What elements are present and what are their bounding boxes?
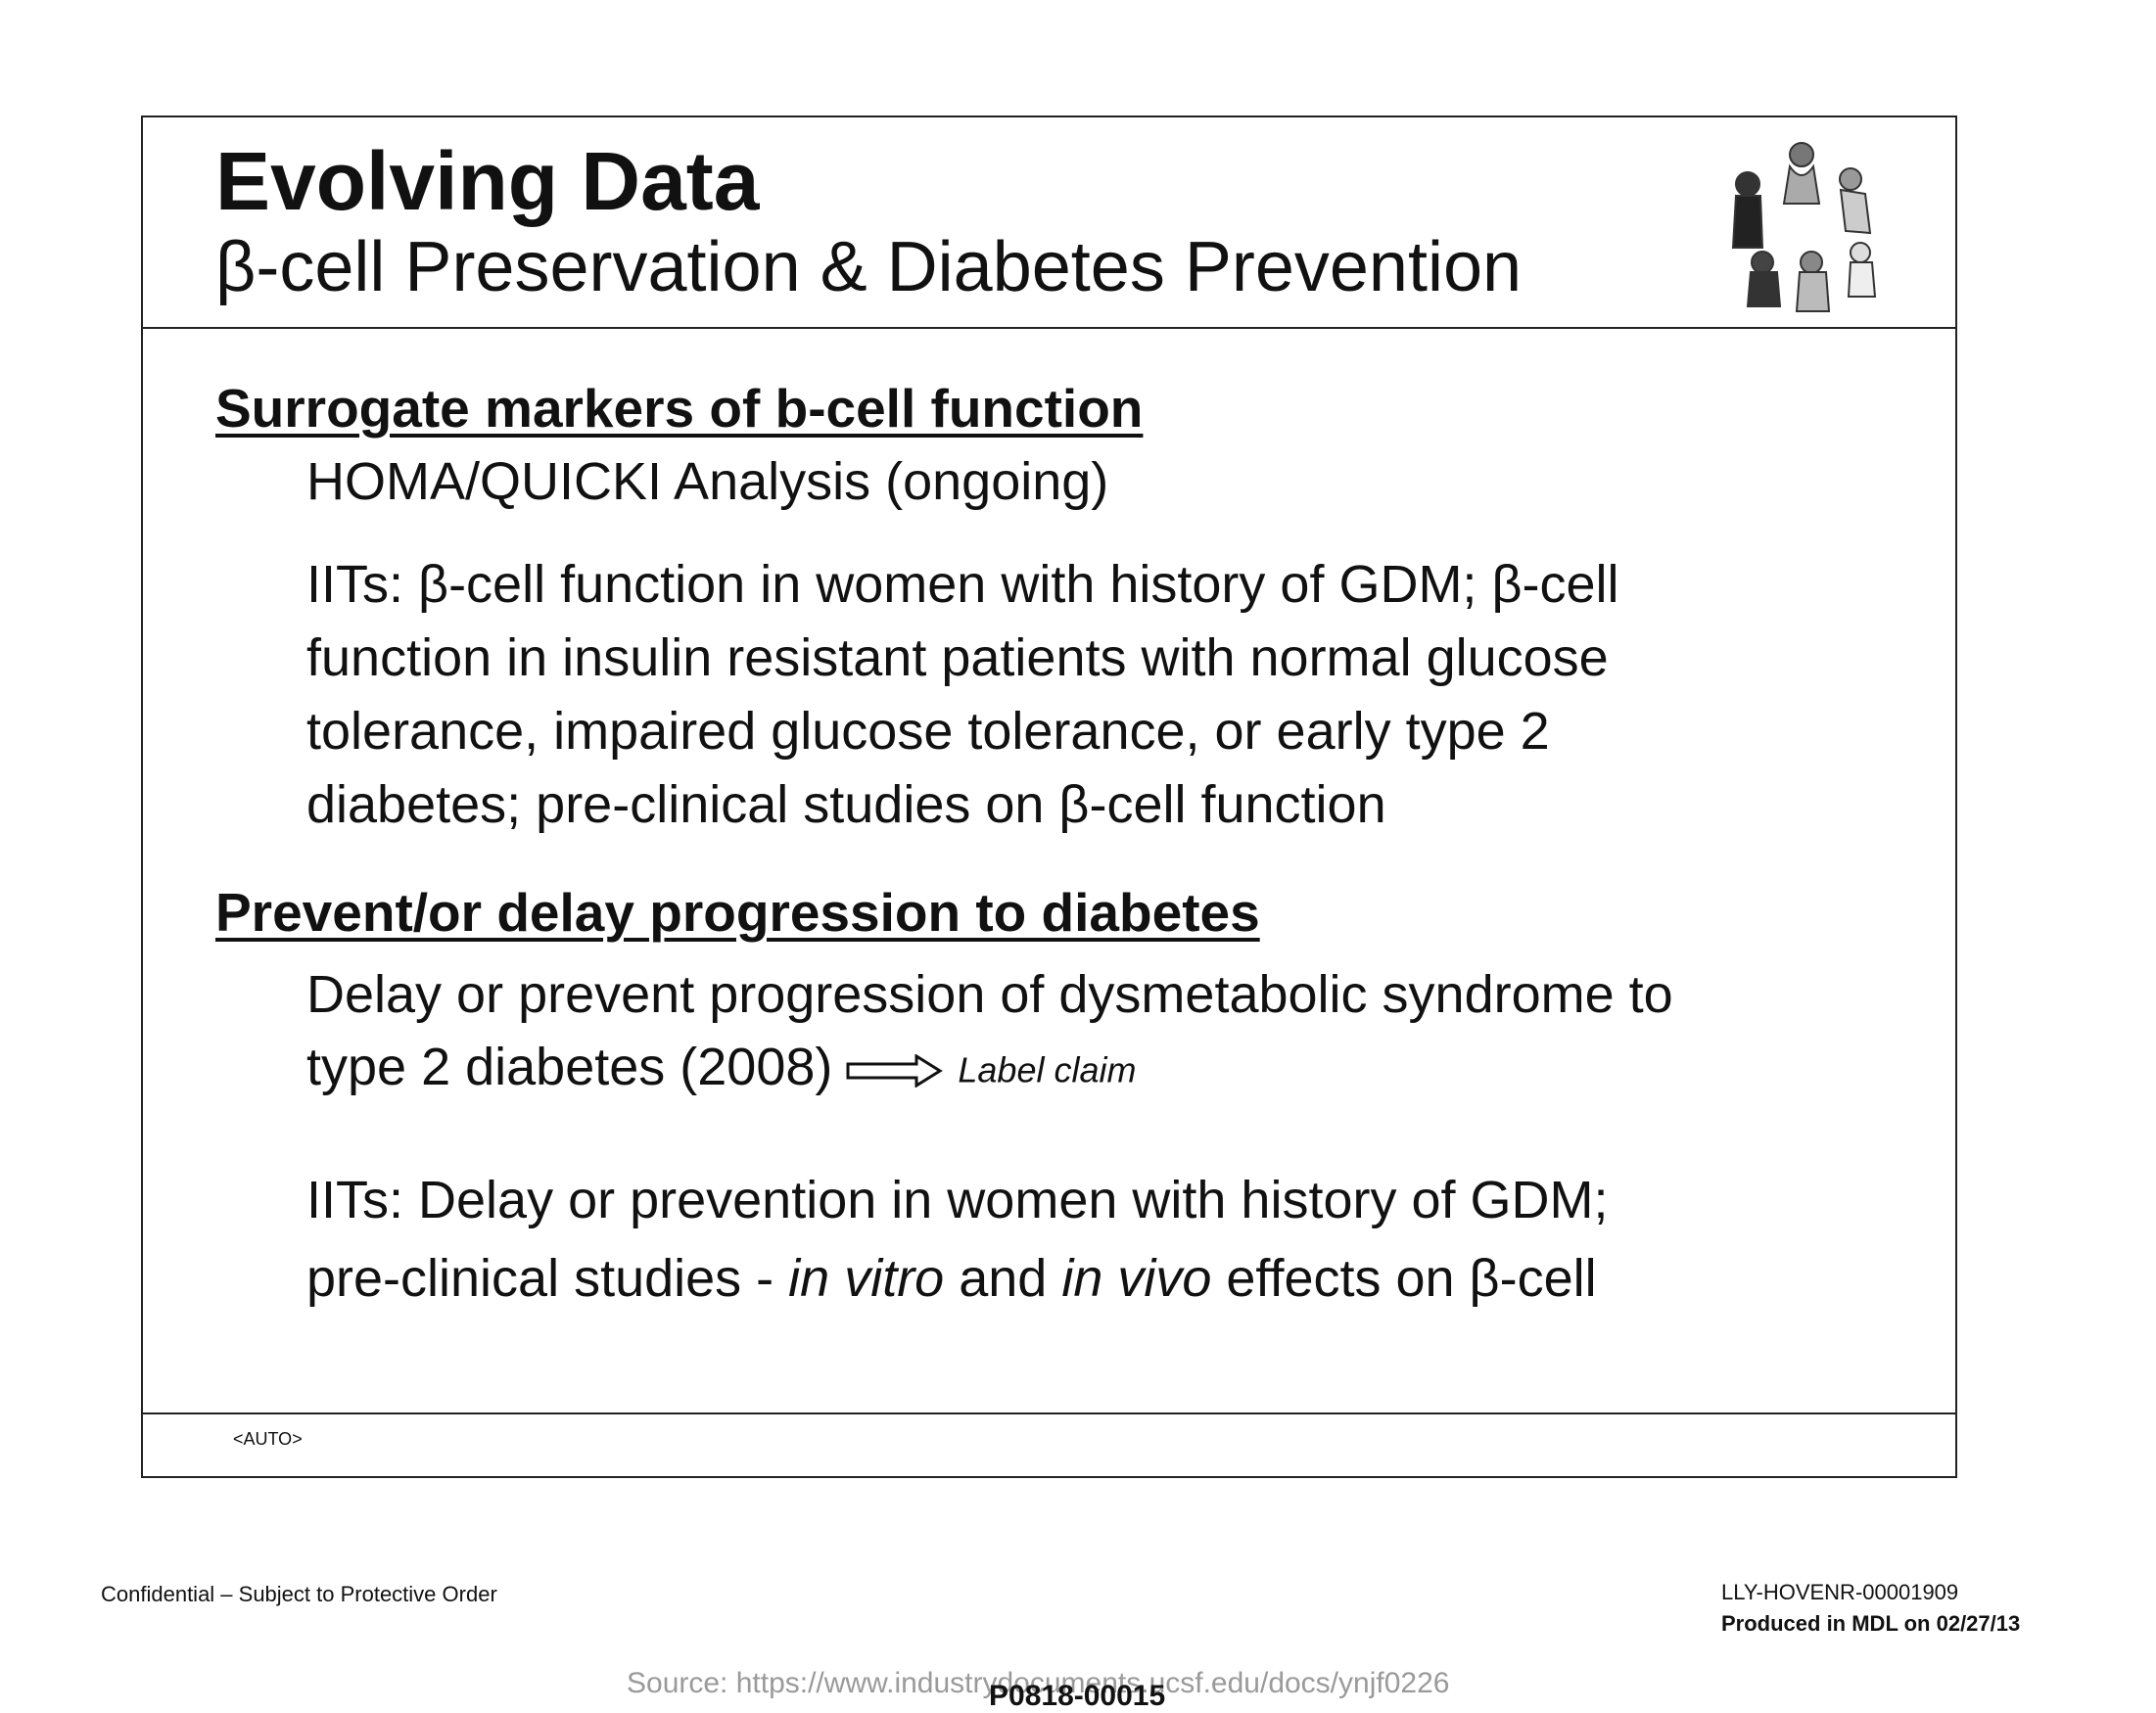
paragraph-line: Delay or prevent progression of dysmetab… (306, 965, 1673, 1024)
document-id: LLY-HOVENR-00001909 (1721, 1580, 1959, 1604)
label-claim-note: Label claim (958, 1049, 1137, 1090)
paragraph-line: function in insulin resistant patients w… (306, 628, 1609, 687)
confidential-notice: Confidential – Subject to Protective Ord… (101, 1582, 497, 1606)
iits-delay-paragraph: IITs: Delay or prevention in women with … (306, 1161, 1922, 1318)
text-span: effects on β-cell (1211, 1249, 1597, 1308)
italic-in-vitro: in vitro (788, 1249, 945, 1308)
paragraph-line-text: type 2 diabetes (2008) (306, 1038, 833, 1096)
italic-in-vivo: in vivo (1061, 1249, 1212, 1308)
section-heading-surrogate-markers: Surrogate markers of b-cell function (215, 378, 1144, 439)
bates-number: P0818-00015 (989, 1680, 1166, 1712)
slide-subtitle: β-cell Preservation & Diabetes Preventio… (215, 228, 1523, 306)
paragraph-line: tolerance, impaired glucose tolerance, o… (306, 702, 1550, 761)
right-arrow-icon (846, 1053, 944, 1088)
slide-title: Evolving Data (215, 135, 760, 227)
slide-footer-divider (141, 1412, 1957, 1414)
paragraph-line: IITs: β-cell function in women with hist… (306, 555, 1619, 614)
slide-footer-auto: <AUTO> (233, 1429, 303, 1449)
paragraph-line-with-arrow: type 2 diabetes (2008) Label claim (306, 1031, 1922, 1107)
section-heading-prevent-delay: Prevent/or delay progression to diabetes (215, 882, 1260, 943)
text-span: and (944, 1249, 1062, 1308)
produced-date: Produced in MDL on 02/27/13 (1721, 1611, 2021, 1636)
iits-beta-cell-paragraph: IITs: β-cell function in women with hist… (306, 548, 1873, 842)
paragraph-line: IITs: Delay or prevention in women with … (306, 1171, 1609, 1229)
paragraph-line: pre-clinical studies - in vitro and in v… (306, 1239, 1922, 1318)
text-span: pre-clinical studies - (306, 1249, 789, 1308)
people-circle-clipart (1731, 142, 1877, 312)
paragraph-line: diabetes; pre-clinical studies on β-cell… (306, 775, 1386, 834)
homa-quicki-line: HOMA/QUICKI Analysis (ongoing) (306, 452, 1109, 511)
delay-prevent-paragraph: Delay or prevent progression of dysmetab… (306, 958, 1922, 1107)
title-divider (141, 327, 1957, 329)
